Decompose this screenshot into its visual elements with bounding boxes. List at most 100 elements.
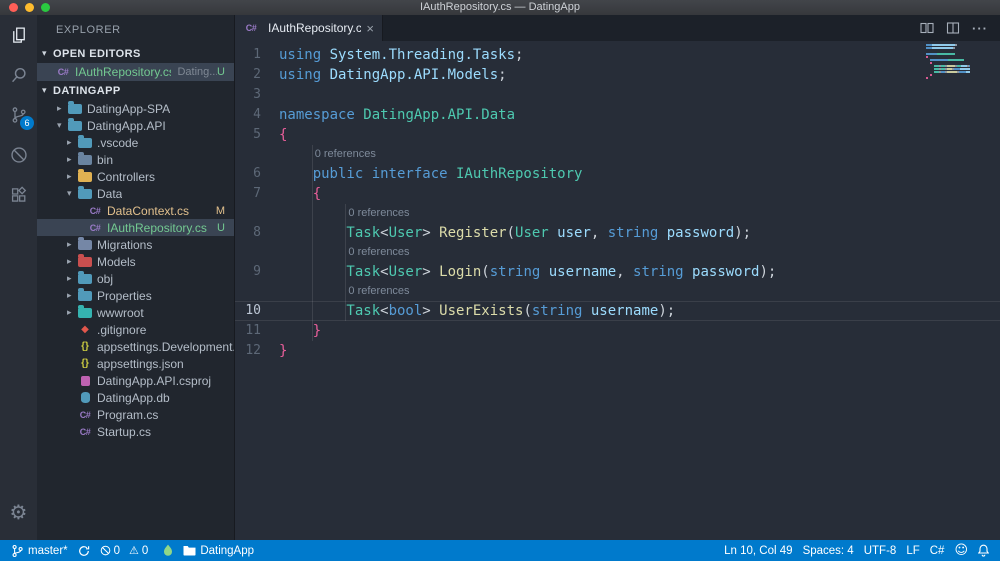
database-file-icon xyxy=(77,392,93,403)
tree-item-models[interactable]: ▸ Models xyxy=(37,253,234,270)
code-line[interactable]: 5{ xyxy=(235,125,1000,145)
codelens-references[interactable]: 0 references xyxy=(313,145,376,164)
code-token: DatingApp.API.Models xyxy=(329,67,499,83)
activity-extensions[interactable] xyxy=(0,175,37,215)
titlebar: IAuthRepository.cs — DatingApp xyxy=(0,0,1000,15)
code-line[interactable]: 10 Task < bool > UserExists(string username)… xyxy=(235,301,1000,321)
status-problems[interactable]: 0 ⚠ 0 xyxy=(95,540,159,561)
close-icon[interactable]: × xyxy=(366,21,374,36)
code-line[interactable]: 8 Task < User > Register(User user, string p… xyxy=(235,223,1000,243)
tree-item-obj[interactable]: ▸ obj xyxy=(37,270,234,287)
status-feedback[interactable]: ☺ xyxy=(949,540,973,561)
more-actions-button[interactable]: ··· xyxy=(972,21,988,36)
error-icon xyxy=(100,545,111,556)
code-line[interactable]: 7{ xyxy=(235,184,1000,204)
zoom-button[interactable] xyxy=(41,3,50,12)
close-button[interactable] xyxy=(9,3,18,12)
folder-icon xyxy=(78,236,92,250)
code-line[interactable]: 11} xyxy=(235,321,1000,341)
activity-search[interactable] xyxy=(0,55,37,95)
json-file-icon: {} xyxy=(81,358,89,369)
code-line[interactable]: 1 using System.Threading.Tasks; xyxy=(235,45,1000,65)
tree-item-datacontext-cs[interactable]: C# DataContext.cs M xyxy=(37,202,234,219)
code-token: UserExists xyxy=(439,303,524,319)
codelens-references[interactable]: 0 references xyxy=(346,282,409,301)
tree-item-label: DatingApp-SPA xyxy=(87,101,171,116)
status-indentation[interactable]: Spaces: 4 xyxy=(798,540,859,561)
line-number: 7 xyxy=(253,186,261,201)
status-encoding[interactable]: UTF-8 xyxy=(859,540,902,561)
code-line[interactable]: 4 namespace DatingApp.API.Data xyxy=(235,105,1000,125)
activity-source-control[interactable]: 6 xyxy=(0,95,37,135)
split-editor-button[interactable] xyxy=(946,21,960,35)
tree-item-controllers[interactable]: ▸ Controllers xyxy=(37,168,234,185)
project-section-header[interactable]: ▾ DATINGAPP xyxy=(37,81,234,100)
open-editors-header[interactable]: ▾ OPEN EDITORS xyxy=(37,44,234,63)
tree-item-appsettings-development-js[interactable]: {} appsettings.Development.js... xyxy=(37,338,234,355)
code-line[interactable]: 2 using DatingApp.API.Models; xyxy=(235,65,1000,85)
code-token: User xyxy=(388,225,423,241)
tree-item-vscode[interactable]: ▸ .vscode xyxy=(37,134,234,151)
tree-item-migrations[interactable]: ▸ Migrations xyxy=(37,236,234,253)
status-notifications[interactable] xyxy=(973,540,994,561)
tree-item-properties[interactable]: ▸ Properties xyxy=(37,287,234,304)
code-line[interactable]: 3 xyxy=(235,85,1000,105)
line-number: 2 xyxy=(253,67,261,82)
tree-item-wwwroot[interactable]: ▸ wwwroot xyxy=(37,304,234,321)
editor-surface[interactable]: 1 using System.Threading.Tasks; 2 using Dat… xyxy=(235,41,1000,540)
minimap-line xyxy=(926,68,970,70)
code-line[interactable]: 9 Task < User > Login(string username, strin… xyxy=(235,262,1000,282)
status-workspace-label: DatingApp xyxy=(200,544,255,557)
minimap[interactable] xyxy=(926,44,970,80)
codelens-row[interactable]: 0 references xyxy=(235,204,1000,223)
chevron-right-icon: ▸ xyxy=(67,171,72,182)
chevron-down-icon: ▾ xyxy=(42,85,47,96)
chevron-right-icon: ▸ xyxy=(57,103,62,114)
activity-explorer[interactable] xyxy=(0,15,37,55)
activity-bar: 6 ⚙ xyxy=(0,15,37,540)
codelens-row[interactable]: 0 references xyxy=(235,282,1000,301)
code-token: Task xyxy=(346,225,381,241)
tree-item-datingapp-api[interactable]: ▾ DatingApp.API xyxy=(37,117,234,134)
tree-item-appsettings-json[interactable]: {} appsettings.json xyxy=(37,355,234,372)
tree-item-gitignore[interactable]: ◆ .gitignore xyxy=(37,321,234,338)
tree-item-bin[interactable]: ▸ bin xyxy=(37,151,234,168)
tree-item-program-cs[interactable]: C# Program.cs xyxy=(37,406,234,423)
folder-icon xyxy=(78,168,92,182)
status-flame[interactable] xyxy=(158,540,178,561)
codelens-row[interactable]: 0 references xyxy=(235,145,1000,164)
codelens-references[interactable]: 0 references xyxy=(346,243,409,262)
codelens-references[interactable]: 0 references xyxy=(346,204,409,223)
status-workspace[interactable]: DatingApp xyxy=(178,540,259,561)
open-changes-button[interactable] xyxy=(920,21,934,35)
csharp-file-icon: C# xyxy=(57,67,69,77)
activity-settings[interactable]: ⚙ xyxy=(0,492,37,532)
tree-item-datingapp-api-csproj[interactable]: DatingApp.API.csproj xyxy=(37,372,234,389)
tree-item-iauthrepository-cs[interactable]: C# IAuthRepository.cs U xyxy=(37,219,234,236)
tree-item-data[interactable]: ▾ Data xyxy=(37,185,234,202)
chevron-right-icon: ▸ xyxy=(67,290,72,301)
tree-item-datingapp-spa[interactable]: ▸ DatingApp-SPA xyxy=(37,100,234,117)
tree-item-label: .vscode xyxy=(97,135,139,150)
status-sync[interactable] xyxy=(73,540,95,561)
status-cursor-position[interactable]: Ln 10, Col 49 xyxy=(719,540,797,561)
codelens-row[interactable]: 0 references xyxy=(235,243,1000,262)
editor-tab[interactable]: C# IAuthRepository.cs × xyxy=(235,15,383,41)
code-line[interactable]: 12} xyxy=(235,341,1000,361)
code-token: username xyxy=(582,303,659,319)
code-line[interactable]: 6 public interface IAuthRepository xyxy=(235,164,1000,184)
status-git-branch[interactable]: master* xyxy=(6,540,73,561)
minimize-button[interactable] xyxy=(25,3,34,12)
status-eol[interactable]: LF xyxy=(901,540,924,561)
activity-debug[interactable] xyxy=(0,135,37,175)
code-token: } xyxy=(312,323,322,339)
code-token: Register xyxy=(439,225,507,241)
tree-item-startup-cs[interactable]: C# Startup.cs xyxy=(37,423,234,440)
tree-item-datingapp-db[interactable]: DatingApp.db xyxy=(37,389,234,406)
line-number: 9 xyxy=(253,264,261,279)
sync-icon xyxy=(78,545,90,557)
open-editor-item-iauthrepository-cs[interactable]: C# IAuthRepository.cs Dating... U xyxy=(37,63,234,81)
status-language-mode[interactable]: C# xyxy=(925,540,950,561)
indent-guide xyxy=(279,145,313,164)
code-token: Task xyxy=(346,303,381,319)
